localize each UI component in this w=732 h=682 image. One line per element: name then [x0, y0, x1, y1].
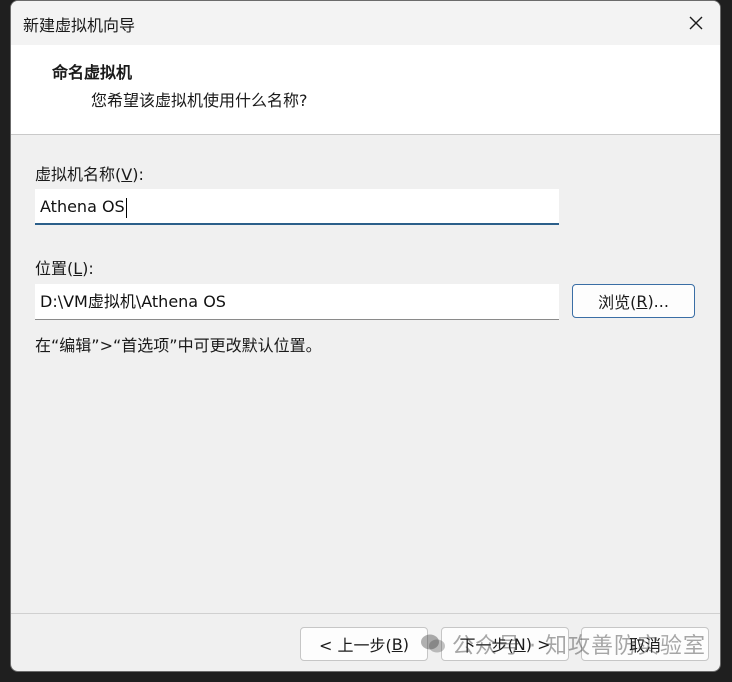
location-hint: 在“编辑”>“首选项”中可更改默认位置。 — [35, 336, 322, 355]
page-title: 命名虚拟机 — [52, 63, 133, 82]
close-button[interactable] — [680, 7, 712, 39]
back-button[interactable]: < 上一步(B) — [300, 627, 428, 661]
text-caret — [125, 197, 127, 218]
wizard-header: 命名虚拟机 您希望该虚拟机使用什么名称? — [11, 45, 720, 135]
new-vm-wizard-window: 新建虚拟机向导 命名虚拟机 您希望该虚拟机使用什么名称? 虚拟机名称(V): A… — [10, 0, 721, 672]
footer-divider — [11, 613, 720, 614]
close-icon — [689, 16, 703, 30]
window-title: 新建虚拟机向导 — [23, 16, 136, 35]
vm-name-input[interactable]: Athena OS — [35, 189, 559, 225]
vm-name-label: 虚拟机名称(V): — [35, 165, 144, 184]
cancel-button[interactable]: 取消 — [581, 627, 709, 661]
location-input[interactable]: D:\VM虚拟机\Athena OS — [35, 284, 559, 320]
title-bar: 新建虚拟机向导 — [11, 1, 720, 45]
location-label: 位置(L): — [35, 259, 94, 278]
next-button[interactable]: 下一步(N) > — [441, 627, 569, 661]
page-subtitle: 您希望该虚拟机使用什么名称? — [91, 91, 308, 110]
browse-button[interactable]: 浏览(R)... — [572, 284, 695, 318]
